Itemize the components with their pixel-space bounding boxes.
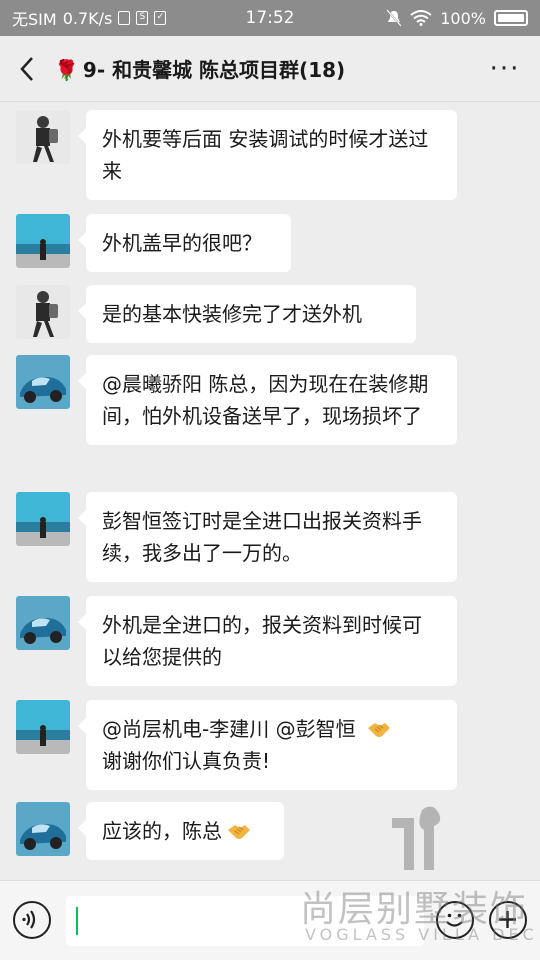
message-bubble[interactable]: 彭智恒签订时是全进口出报关资料手续，我多出了一万的。 [78, 492, 457, 582]
message-bubble[interactable]: @晨曦骄阳 陈总，因为现在在装修期间，怕外机设备送早了，现场损坏了 [78, 355, 457, 445]
mute-icon [386, 9, 403, 27]
message-row: 外机盖早的很吧？ [16, 214, 291, 272]
message-row: 是的基本快装修完了才送外机 [16, 285, 416, 343]
chat-title-text: 9- 和贵馨城 陈总项目群(18) [82, 58, 346, 82]
seaside-avatar[interactable] [16, 492, 70, 546]
battery-percent: 100% [440, 8, 486, 28]
blue-car-avatar[interactable] [16, 596, 70, 650]
message-bubble[interactable]: 应该的，陈总 [78, 802, 284, 860]
message-row: 外机是全进口的，报关资料到时候可以给您提供的 [16, 596, 457, 686]
message-row: 应该的，陈总 [16, 802, 284, 860]
message-row: 彭智恒签订时是全进口出报关资料手续，我多出了一万的。 [16, 492, 457, 582]
message-bubble[interactable]: 是的基本快装修完了才送外机 [78, 285, 416, 343]
person-backpack-avatar[interactable] [16, 110, 70, 164]
watermark-english: VOGLASS VILLA DEC [305, 925, 538, 944]
handshake-emoji [367, 723, 390, 737]
message-row: @尚层机电-李建川 @彭智恒 谢谢你们认真负责! [16, 700, 457, 790]
message-row: 外机要等后面 安装调试的时候才送过来 [16, 110, 457, 200]
blue-car-avatar[interactable] [16, 802, 70, 856]
brand-logo-watermark [392, 806, 441, 870]
chat-area[interactable]: 外机要等后面 安装调试的时候才送过来 外机盖早的很吧？ 是的基本快装修完了才送外… [0, 102, 540, 880]
voice-icon [22, 910, 36, 929]
message-line: 谢谢你们认真负责! [102, 749, 271, 773]
wifi-icon [410, 10, 432, 26]
text-caret [76, 907, 78, 935]
status-bar: 无SIM 0.7K/s S ✓ 17:52 100% [0, 0, 540, 36]
message-bubble[interactable]: 外机是全进口的，报关资料到时候可以给您提供的 [78, 596, 457, 686]
message-bubble[interactable]: 外机要等后面 安装调试的时候才送过来 [78, 110, 457, 200]
chat-title[interactable]: 🌹 9- 和贵馨城 陈总项目群(18) [54, 54, 470, 83]
more-button[interactable]: ··· [470, 36, 540, 102]
seaside-avatar[interactable] [16, 214, 70, 268]
chat-header: 🌹 9- 和贵馨城 陈总项目群(18) ··· [0, 36, 540, 102]
message-line: @尚层机电-李建川 @彭智恒 [102, 713, 441, 745]
handshake-emoji [228, 825, 250, 839]
person-backpack-avatar[interactable] [16, 285, 70, 339]
message-row: @晨曦骄阳 陈总，因为现在在装修期间，怕外机设备送早了，现场损坏了 [16, 355, 457, 445]
mention-text: @尚层机电-李建川 @彭智恒 [102, 717, 356, 741]
voice-button[interactable] [13, 901, 51, 939]
blue-car-avatar[interactable] [16, 355, 70, 409]
back-button[interactable] [0, 36, 54, 102]
battery-icon [494, 10, 528, 26]
seaside-avatar[interactable] [16, 700, 70, 754]
status-right: 100% [386, 9, 528, 28]
message-bubble[interactable]: 外机盖早的很吧？ [78, 214, 291, 272]
chevron-left-icon [20, 56, 33, 81]
message-bubble[interactable]: @尚层机电-李建川 @彭智恒 谢谢你们认真负责! [78, 700, 457, 790]
rose-icon: 🌹 [54, 58, 79, 82]
message-text: 应该的，陈总 [102, 819, 222, 843]
